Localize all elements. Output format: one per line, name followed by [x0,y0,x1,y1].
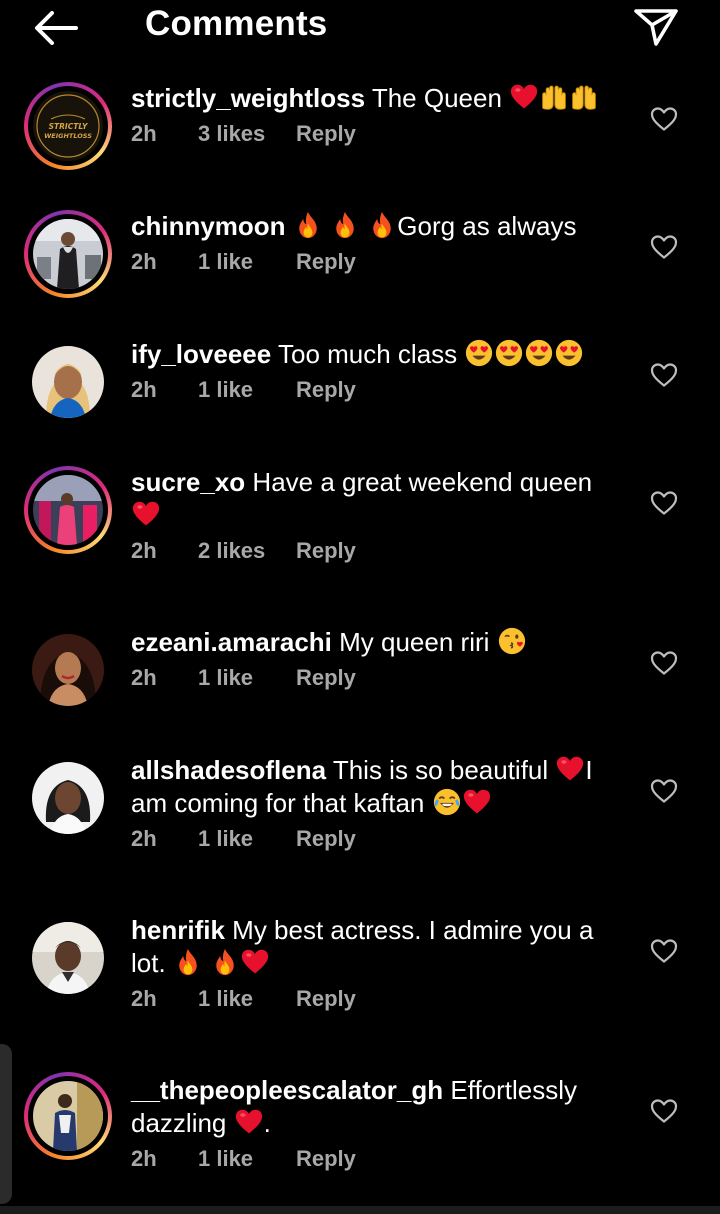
logo-text: WEIGHTLOSS [44,132,92,140]
username[interactable]: strictly_weightloss [131,83,365,113]
kissing-face-emoji [498,627,526,655]
like-count[interactable]: 2 likes [198,538,296,564]
timestamp: 2h [131,665,157,690]
fire-emoji [294,211,322,239]
like-count[interactable]: 1 like [198,249,296,275]
comment-meta: 2h 1 like Reply [131,665,621,691]
like-heart-icon[interactable] [650,106,678,132]
profile-photo [32,346,104,418]
username[interactable]: sucre_xo [131,467,245,497]
like-heart-icon[interactable] [650,778,678,804]
avatar[interactable] [24,210,112,298]
reply-button[interactable]: Reply [296,538,356,564]
page-title: Comments [145,4,328,43]
username[interactable]: allshadesoflena [131,755,326,785]
like-heart-icon[interactable] [650,938,678,964]
comment-meta: 2h 3 likes Reply [131,121,621,147]
reply-button[interactable]: Reply [296,377,356,403]
brand-logo-image: STRICTLY WEIGHTLOSS [33,91,103,161]
like-heart-icon[interactable] [650,234,678,260]
username[interactable]: __thepeopleescalator_gh [131,1075,443,1105]
like-count[interactable]: 1 like [198,377,296,403]
reply-button[interactable]: Reply [296,986,356,1012]
fire-emoji [211,948,239,976]
avatar[interactable] [24,914,112,1002]
heart-eyes-emoji [555,339,583,367]
comment-text: ify_loveeee Too much class [131,338,621,371]
profile-photo [33,1081,103,1151]
avatar[interactable] [24,338,112,426]
comment-text: allshadesoflena This is so beautiful I a… [131,755,593,818]
comment-text: __thepeopleescalator_gh Effortlessly daz… [131,1075,578,1138]
heart-eyes-emoji [495,339,523,367]
arrow-left-icon[interactable] [28,4,84,48]
username[interactable]: ezeani.amarachi [131,627,332,657]
fire-emoji [174,948,202,976]
profile-photo [32,922,104,994]
reply-button[interactable]: Reply [296,249,356,275]
timestamp: 2h [131,121,157,146]
comment-text: strictly_weightloss The Queen [131,82,621,115]
timestamp: 2h [131,1146,157,1171]
comment-text: henrifik My best actress. I admire you a… [131,915,594,978]
profile-photo [32,634,104,706]
heart-eyes-emoji [525,339,553,367]
avatar[interactable] [24,754,112,842]
profile-photo [33,475,103,545]
like-heart-icon[interactable] [650,1098,678,1124]
timestamp: 2h [131,249,157,274]
timestamp: 2h [131,826,157,851]
timestamp: 2h [131,986,157,1011]
like-heart-icon[interactable] [650,490,678,516]
reply-button[interactable]: Reply [296,1146,356,1172]
profile-photo [33,219,103,289]
paper-plane-icon[interactable] [632,4,680,48]
comment-meta: 2h 2 likes Reply [131,538,621,564]
comment-meta: 2h 1 like Reply [131,1146,621,1172]
red-heart-emoji [241,948,269,976]
red-heart-emoji [463,788,491,816]
comment-meta: 2h 1 like Reply [131,249,621,275]
fire-emoji [331,211,359,239]
like-heart-icon[interactable] [650,362,678,388]
username[interactable]: henrifik [131,915,225,945]
reply-button[interactable]: Reply [296,121,356,147]
profile-photo [32,762,104,834]
username[interactable]: ify_loveeee [131,339,271,369]
red-heart-emoji [235,1108,263,1136]
like-count[interactable]: 1 like [198,1146,296,1172]
bottom-bar [0,1206,720,1214]
logo-text: STRICTLY [49,122,89,131]
like-count[interactable]: 1 like [198,665,296,691]
avatar[interactable] [24,1072,112,1160]
like-count[interactable]: 1 like [198,986,296,1012]
fire-emoji [368,211,396,239]
comment-meta: 2h 1 like Reply [131,377,621,403]
comment-text: sucre_xo Have a great weekend queen [131,466,621,532]
comment-text: ezeani.amarachi My queen riri [131,626,621,659]
raising-hands-emoji [570,83,598,111]
raising-hands-emoji [540,83,568,111]
heart-eyes-emoji [465,339,493,367]
avatar[interactable]: STRICTLY WEIGHTLOSS [24,82,112,170]
timestamp: 2h [131,377,157,402]
username[interactable]: chinnymoon [131,211,286,241]
tears-of-joy-emoji [433,788,461,816]
like-count[interactable]: 1 like [198,826,296,852]
avatar[interactable] [24,626,112,714]
header: Comments [0,0,720,56]
scrollbar-thumb[interactable] [0,1044,12,1204]
red-heart-emoji [132,500,160,528]
red-heart-emoji [556,755,584,783]
avatar[interactable] [24,466,112,554]
red-heart-emoji [510,83,538,111]
comment-meta: 2h 1 like Reply [131,826,621,852]
comment-meta: 2h 1 like Reply [131,986,621,1012]
like-count[interactable]: 3 likes [198,121,296,147]
reply-button[interactable]: Reply [296,826,356,852]
comment-text: chinnymoon Gorg as always [131,211,577,241]
like-heart-icon[interactable] [650,650,678,676]
timestamp: 2h [131,538,157,563]
reply-button[interactable]: Reply [296,665,356,691]
